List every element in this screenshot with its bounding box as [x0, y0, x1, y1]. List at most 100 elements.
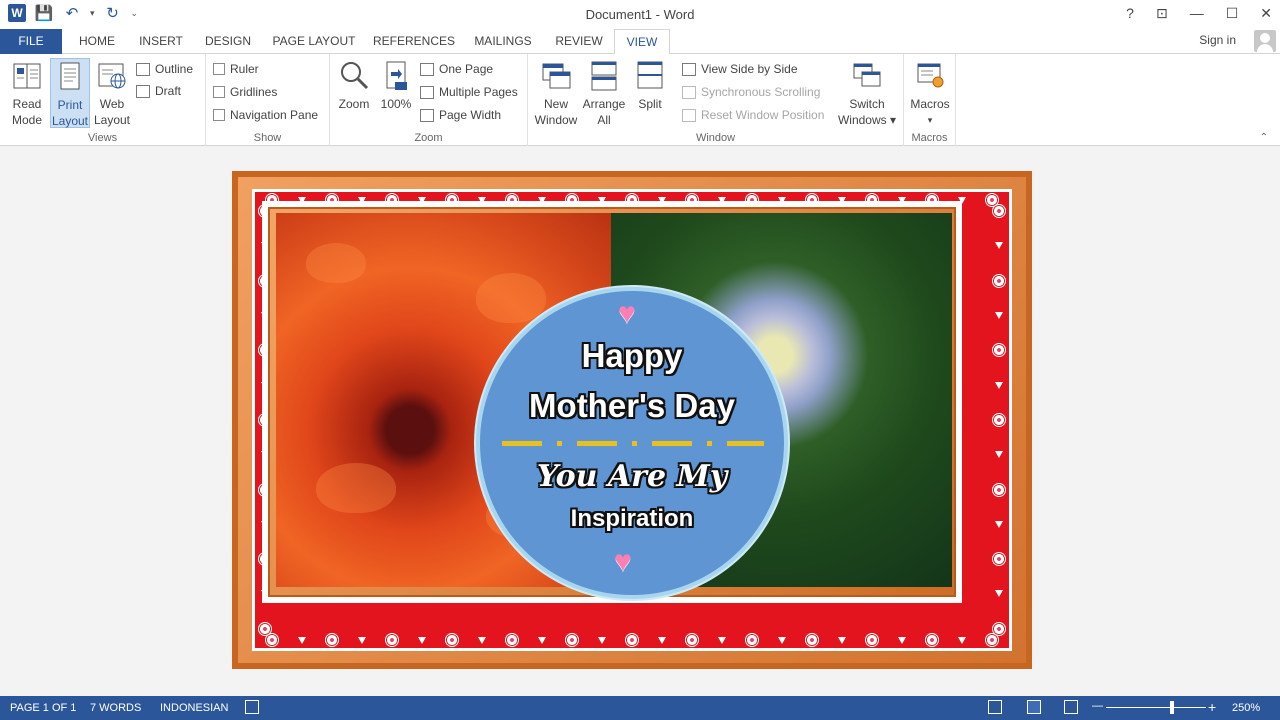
page-width-label: Page Width: [439, 108, 502, 122]
language-indicator[interactable]: INDONESIAN: [160, 702, 228, 714]
print-layout-label-1: Print: [57, 98, 83, 112]
zoom-100-icon: [381, 60, 411, 92]
print-layout-label-2: Layout: [51, 114, 89, 128]
word-count[interactable]: 7 WORDS: [90, 702, 141, 714]
greeting-line-you-are-my: You Are My: [536, 459, 728, 494]
zoom-slider-thumb[interactable]: [1170, 701, 1174, 714]
tab-references[interactable]: REFERENCES: [370, 29, 458, 54]
view-side-by-side-label: View Side by Side: [701, 62, 798, 76]
outline-label: Outline: [155, 62, 194, 76]
title-bar: W 💾 ↶ ▾ ↻ ⌄ Document1 - Word ? ⊡ — ☐ ✕: [0, 0, 1280, 29]
web-layout-button[interactable]: Web Layout: [92, 58, 132, 128]
tab-review[interactable]: REVIEW: [548, 29, 610, 54]
one-page-label: One Page: [439, 62, 494, 76]
gridlines-checkbox-box[interactable]: [213, 86, 225, 98]
split-icon: [635, 60, 665, 92]
draft-button[interactable]: Draft: [136, 82, 181, 100]
border-flowers-bottom: [255, 633, 1009, 647]
document-page[interactable]: ♥ Happy Mother's Day You Are My Inspirat…: [232, 171, 1032, 669]
border-flowers-right: [992, 192, 1006, 648]
page-count[interactable]: PAGE 1 OF 1: [10, 702, 76, 714]
arrange-all-icon: [589, 60, 619, 92]
magnifier-icon: [339, 60, 369, 92]
show-group: Ruler Gridlines Navigation Pane Show: [206, 54, 330, 146]
user-avatar-icon[interactable]: [1254, 30, 1276, 52]
heart-icon-bottom: ♥: [614, 545, 632, 578]
tab-design[interactable]: DESIGN: [198, 29, 258, 54]
print-layout-icon: [55, 61, 85, 93]
zoom-button[interactable]: Zoom: [334, 58, 374, 128]
macros-icon: [915, 60, 945, 92]
zoom-group: Zoom 100% One Page Multiple Pages Page W…: [330, 54, 528, 146]
help-button[interactable]: ?: [1126, 5, 1134, 22]
ribbon-view: Read Mode Print Layout Web Layout Outlin…: [0, 54, 1280, 146]
sign-in-link[interactable]: Sign in: [1199, 33, 1236, 47]
greeting-circle[interactable]: ♥ Happy Mother's Day You Are My Inspirat…: [476, 287, 788, 599]
page-width-icon: [420, 108, 434, 122]
close-button[interactable]: ✕: [1260, 5, 1272, 22]
read-mode-view-icon[interactable]: [988, 700, 1002, 714]
tab-home[interactable]: HOME: [70, 29, 124, 54]
multiple-pages-label: Multiple Pages: [439, 85, 518, 99]
tab-insert[interactable]: INSERT: [132, 29, 190, 54]
split-button[interactable]: Split: [630, 58, 670, 128]
window-controls: ? ⊡ — ☐ ✕: [1126, 5, 1272, 22]
navigation-pane-label: Navigation Pane: [230, 108, 319, 122]
new-window-button[interactable]: New Window: [532, 58, 580, 128]
maximize-button[interactable]: ☐: [1226, 5, 1239, 22]
zoom-level[interactable]: 250%: [1232, 702, 1260, 714]
ribbon-display-options-button[interactable]: ⊡: [1156, 5, 1168, 22]
ruler-checkbox[interactable]: Ruler: [213, 60, 259, 78]
new-window-label-2: Window: [534, 113, 578, 127]
synchronous-scrolling-button[interactable]: Synchronous Scrolling: [682, 83, 820, 101]
web-layout-view-icon[interactable]: [1064, 700, 1078, 714]
zoom-slider-track[interactable]: [1106, 707, 1206, 708]
view-side-by-side-button[interactable]: View Side by Side: [682, 60, 798, 78]
reset-window-position-button[interactable]: Reset Window Position: [682, 106, 824, 124]
new-window-label-1: New: [543, 97, 568, 111]
zoom-out-button[interactable]: —: [1092, 700, 1103, 712]
tab-view[interactable]: VIEW: [614, 29, 670, 55]
window-group: New Window Arrange All Split View Side b…: [528, 54, 904, 146]
minimize-button[interactable]: —: [1190, 5, 1204, 22]
zoom-100-label: 100%: [380, 97, 412, 111]
macros-group-label: Macros: [911, 132, 948, 144]
reset-window-position-label: Reset Window Position: [701, 108, 825, 122]
macros-dropdown-icon: ▾: [927, 115, 933, 125]
zoom-in-button[interactable]: +: [1208, 699, 1216, 715]
print-layout-view-icon[interactable]: [1027, 700, 1041, 714]
outline-icon: [136, 62, 150, 76]
greeting-line-mothers-day: Mother's Day: [529, 387, 735, 424]
macros-label: Macros: [910, 97, 950, 111]
print-layout-button[interactable]: Print Layout: [50, 58, 90, 128]
tab-mailings[interactable]: MAILINGS: [466, 29, 540, 54]
macro-recording-icon[interactable]: [245, 700, 259, 714]
sync-scroll-icon: [682, 85, 696, 99]
multiple-pages-button[interactable]: Multiple Pages: [420, 83, 518, 101]
greeting-line-happy: Happy: [581, 337, 683, 374]
read-mode-label-1: Read: [12, 97, 42, 111]
switch-windows-label-2: Windows ▾: [837, 113, 897, 127]
macros-button[interactable]: Macros ▾: [908, 58, 952, 128]
split-label: Split: [638, 97, 662, 111]
tab-file[interactable]: FILE: [0, 29, 62, 54]
zoom-label: Zoom: [338, 97, 370, 111]
views-group-label: Views: [87, 132, 118, 144]
gridlines-checkbox[interactable]: Gridlines: [213, 83, 277, 101]
tab-page-layout[interactable]: PAGE LAYOUT: [266, 29, 362, 54]
side-by-side-icon: [682, 62, 696, 76]
one-page-button[interactable]: One Page: [420, 60, 493, 78]
zoom-100-button[interactable]: 100%: [376, 58, 416, 128]
ruler-label: Ruler: [230, 62, 259, 76]
ruler-checkbox-box[interactable]: [213, 63, 225, 75]
navigation-pane-checkbox[interactable]: Navigation Pane: [213, 106, 318, 124]
navigation-pane-checkbox-box[interactable]: [213, 109, 225, 121]
switch-windows-button[interactable]: Switch Windows ▾: [836, 58, 898, 128]
page-width-button[interactable]: Page Width: [420, 106, 501, 124]
arrange-all-button[interactable]: Arrange All: [582, 58, 626, 128]
collapse-ribbon-icon[interactable]: ⌃: [1260, 132, 1268, 143]
document-canvas[interactable]: ♥ Happy Mother's Day You Are My Inspirat…: [0, 147, 1280, 696]
new-window-icon: [541, 60, 571, 92]
read-mode-button[interactable]: Read Mode: [6, 58, 48, 128]
outline-button[interactable]: Outline: [136, 60, 193, 78]
